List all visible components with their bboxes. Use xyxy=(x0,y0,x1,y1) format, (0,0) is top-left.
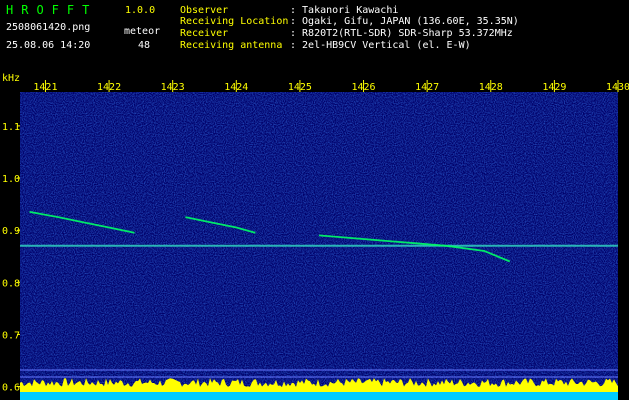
level-baseline xyxy=(20,392,618,400)
x-tick-label: 1421 xyxy=(33,82,57,93)
x-tick-label: 1426 xyxy=(351,82,375,93)
x-tick-label: 1429 xyxy=(542,82,566,93)
y-tick-label: 0.7 xyxy=(2,330,20,341)
x-tick-label: 1428 xyxy=(479,82,503,93)
x-tick-label: 1425 xyxy=(288,82,312,93)
x-tick-label: 1423 xyxy=(161,82,185,93)
x-tick-label: 1422 xyxy=(97,82,121,93)
y-tick-label: 0.9 xyxy=(2,226,20,237)
y-tick-label: 1.0 xyxy=(2,174,20,185)
spectrogram: 1421 1422 1423 1424 1425 1426 1427 1428 1429 1430… xyxy=(2,80,629,400)
hrofft-window: HROFFT 1.0.0 2508061420.png meteor 25.08… xyxy=(0,0,629,400)
y-tick-label: 0.8 xyxy=(2,278,20,289)
spectrogram-noise xyxy=(20,92,618,397)
y-tick-label: 0.6 xyxy=(2,383,20,394)
x-tick-label: 1427 xyxy=(415,82,439,93)
x-tick-label: 1424 xyxy=(224,82,248,93)
y-tick-label: 1.1 xyxy=(2,122,20,133)
x-tick-label: 1430 xyxy=(606,82,629,93)
